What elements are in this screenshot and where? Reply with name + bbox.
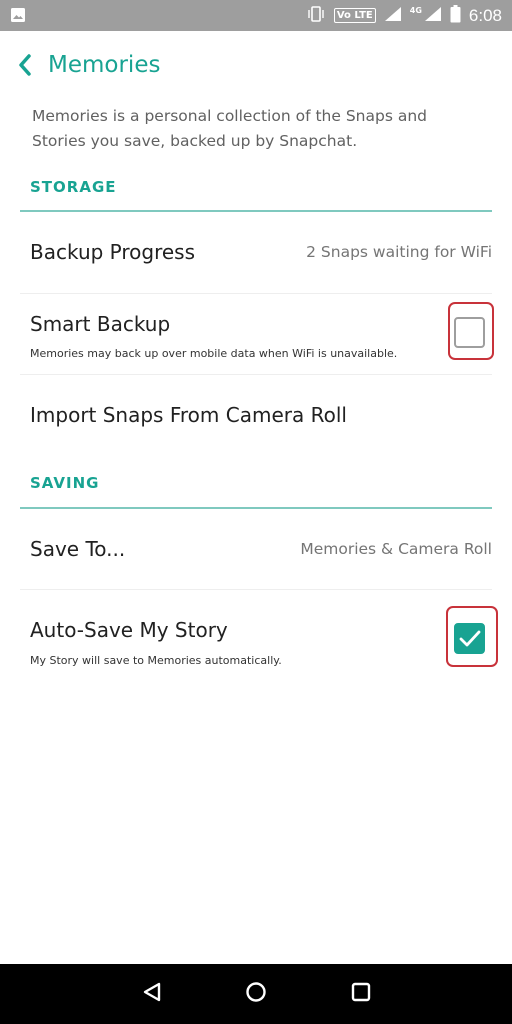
smart-backup-row[interactable]: Smart Backup Memories may back up over m… [0,294,512,374]
volte-badge: Vo LTE [333,8,376,23]
save-to-row[interactable]: Save To... Memories & Camera Roll [0,509,512,589]
auto-save-checkbox[interactable] [454,623,485,654]
back-button[interactable] [12,54,38,80]
navigation-bar [0,964,512,1024]
import-snaps-row[interactable]: Import Snaps From Camera Roll [0,375,512,455]
backup-progress-title: Backup Progress [30,240,196,264]
auto-save-title: Auto-Save My Story [30,618,228,642]
section-label-storage: STORAGE [30,178,117,196]
description: Memories is a personal collection of the… [32,107,427,150]
square-recents-icon [350,981,372,1007]
battery-icon [450,4,461,27]
header: Memories [0,44,512,88]
smart-backup-checkbox[interactable] [454,317,485,348]
import-snaps-title: Import Snaps From Camera Roll [30,403,347,427]
clock: 6:08 [468,5,502,25]
section-label-saving: SAVING [30,474,100,492]
auto-save-row[interactable]: Auto-Save My Story My Story will save to… [0,590,512,680]
status-bar: Vo LTE 4G 6:08 [0,0,512,31]
chevron-left-icon [17,54,33,80]
smart-backup-subtitle: Memories may back up over mobile data wh… [30,347,398,360]
nav-home-button[interactable] [242,980,270,1008]
page-title: Memories [48,52,161,78]
smart-backup-title: Smart Backup [30,312,171,336]
network-type: 4G [409,6,422,15]
backup-progress-value: 2 Snaps waiting for WiFi [306,243,492,261]
nav-recents-button[interactable] [347,980,375,1008]
auto-save-subtitle: My Story will save to Memories automatic… [30,654,282,667]
triangle-back-icon [141,981,163,1007]
save-to-value: Memories & Camera Roll [300,540,492,558]
circle-home-icon [244,980,268,1008]
save-to-title: Save To... [30,537,126,561]
gallery-notification-icon [10,7,26,27]
screen: Vo LTE 4G 6:08 Memories Memories is a pe… [0,0,512,1024]
backup-progress-row[interactable]: Backup Progress 2 Snaps waiting for WiFi [0,212,512,294]
signal-icon [384,6,402,26]
status-icons: Vo LTE 4G 6:08 [306,0,502,31]
signal-icon-2 [424,6,442,26]
vibrate-icon [306,5,326,27]
nav-back-button[interactable] [138,980,166,1008]
